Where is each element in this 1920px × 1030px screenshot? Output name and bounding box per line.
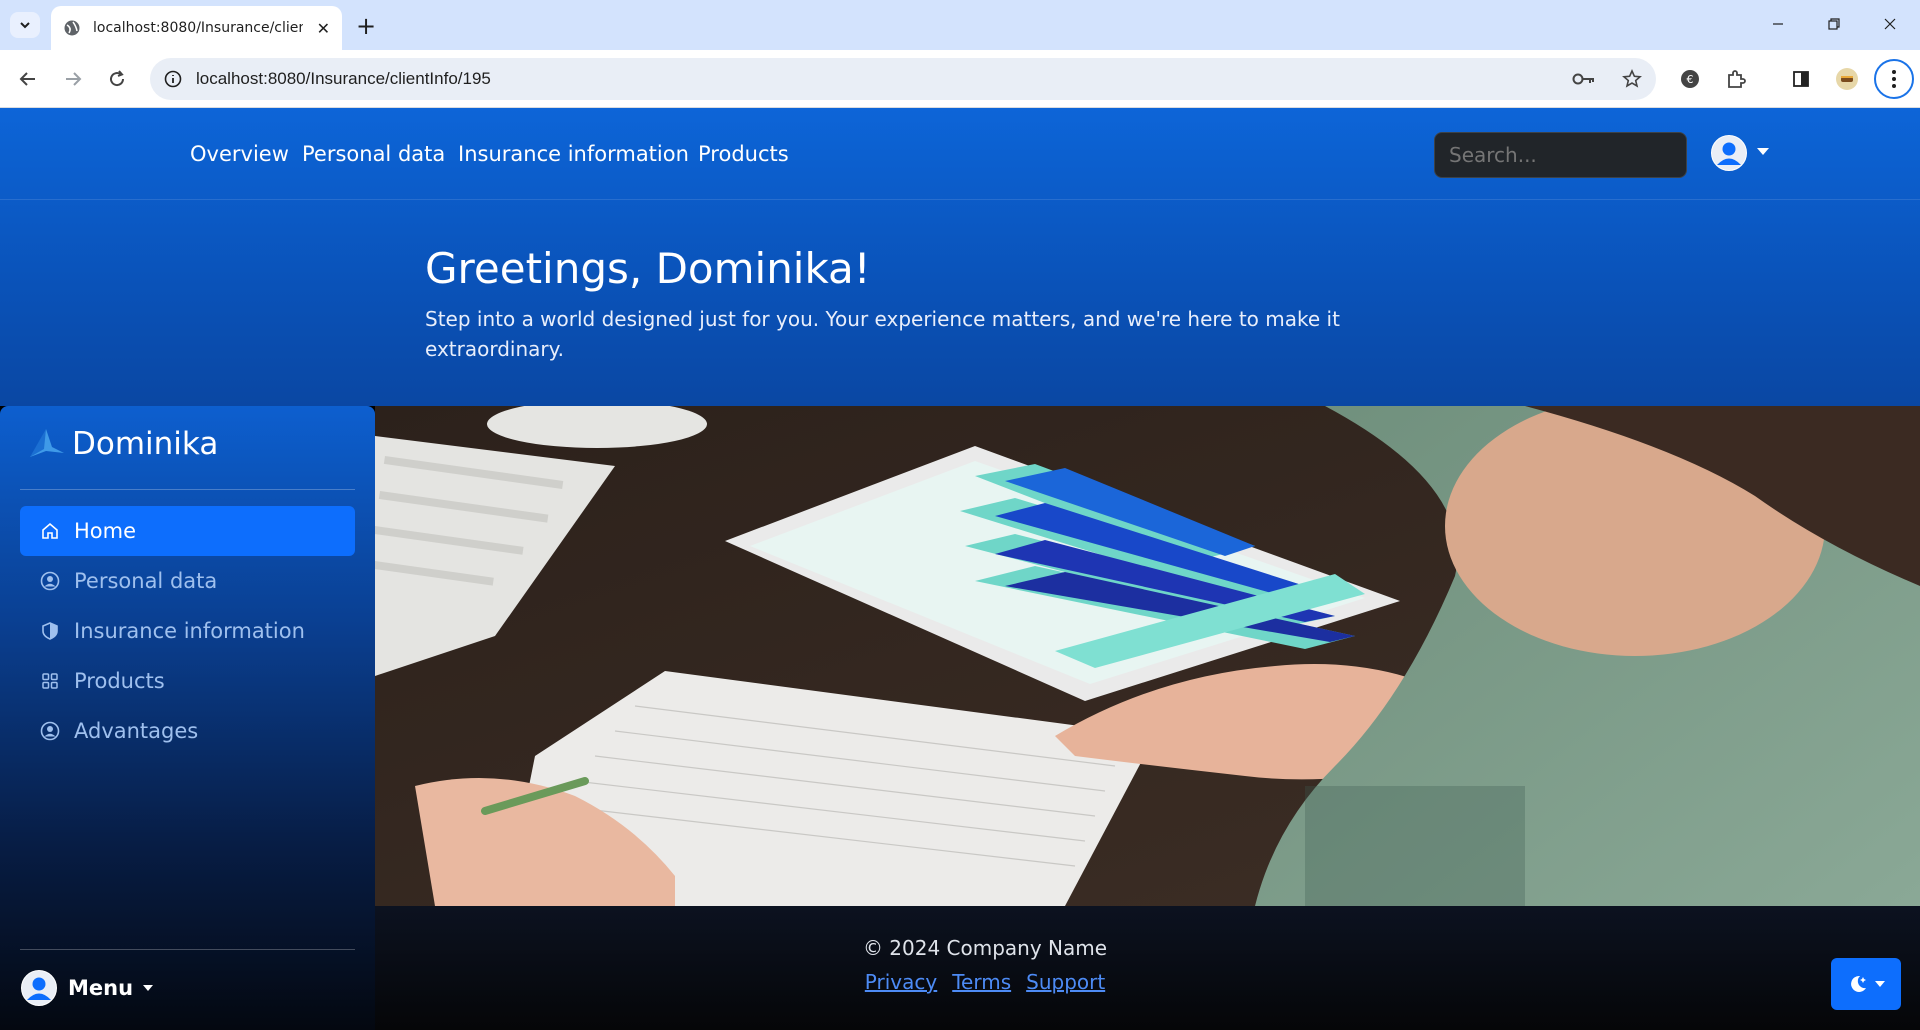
footer-link-support[interactable]: Support	[1026, 970, 1105, 994]
minimize-button[interactable]	[1758, 8, 1798, 40]
sidebar-brand[interactable]: Dominika	[24, 426, 218, 462]
sidebar-menu-dropdown[interactable]: Menu	[20, 969, 154, 1007]
user-dropdown-caret-icon[interactable]	[1757, 148, 1769, 155]
greeting-title: Greetings, Dominika!	[425, 244, 871, 293]
sidebar-item-label: Personal data	[74, 569, 218, 593]
sidebar: Dominika Home Personal data Insurance in…	[0, 406, 375, 1030]
user-avatar-icon	[21, 970, 57, 1006]
grid-icon	[42, 673, 58, 689]
sidebar-divider	[20, 489, 355, 490]
reload-icon	[110, 70, 125, 87]
address-bar[interactable]: localhost:8080/Insurance/clientInfo/195	[150, 58, 1656, 100]
user-circle-icon	[40, 571, 60, 591]
chevron-down-icon	[143, 985, 154, 991]
url-text: localhost:8080/Insurance/clientInfo/195	[196, 69, 491, 88]
copyright-text: © 2024 Company Name	[862, 936, 1108, 960]
brand-logo-icon	[30, 429, 64, 457]
nav-insurance-information[interactable]: Insurance information	[458, 142, 689, 166]
sidebar-divider	[20, 949, 355, 950]
chevron-down-icon	[1875, 981, 1885, 987]
theme-toggle-button[interactable]	[1831, 958, 1901, 1010]
back-button[interactable]	[12, 63, 44, 95]
chrome-menu-button[interactable]	[1874, 59, 1914, 99]
globe-icon	[64, 20, 80, 36]
restore-button[interactable]	[1814, 8, 1854, 40]
svg-text:€: €	[1687, 73, 1694, 86]
footer-link-terms[interactable]: Terms	[952, 970, 1011, 994]
side-panel-button[interactable]	[1785, 63, 1817, 95]
restore-icon	[1828, 18, 1840, 30]
profile-avatar-icon	[1836, 68, 1858, 90]
forward-button[interactable]	[57, 63, 89, 95]
footer-link-privacy[interactable]: Privacy	[865, 970, 937, 994]
sidebar-item-insurance-information[interactable]: Insurance information	[20, 606, 355, 656]
footer: © 2024 Company Name Privacy Terms Suppor…	[375, 906, 1920, 1030]
chevron-down-icon	[20, 22, 30, 29]
minimize-icon	[1773, 23, 1783, 25]
sidebar-item-label: Products	[74, 669, 165, 693]
side-panel-icon	[1793, 71, 1809, 87]
nav-products[interactable]: Products	[698, 142, 789, 166]
info-icon[interactable]	[164, 70, 182, 88]
shield-icon	[42, 622, 58, 640]
close-window-button[interactable]	[1870, 8, 1910, 40]
user-circle-icon	[40, 721, 60, 741]
top-navbar: Overview Personal data Insurance informa…	[0, 108, 1920, 200]
brand-name: Dominika	[72, 426, 219, 462]
arrow-left-icon	[19, 72, 35, 86]
search-input[interactable]	[1434, 132, 1687, 178]
hero-photo	[375, 406, 1920, 906]
extensions-button[interactable]	[1720, 63, 1752, 95]
app-root: Overview Personal data Insurance informa…	[0, 108, 1920, 1030]
arrow-right-icon	[66, 72, 82, 86]
extension-badge-icon: €	[1681, 70, 1699, 88]
browser-tabstrip: localhost:8080/Insurance/clientInfo/195 …	[0, 0, 1920, 50]
close-icon[interactable]: ✕	[317, 19, 330, 38]
more-vert-icon	[1892, 70, 1896, 88]
star-icon[interactable]	[1622, 69, 1642, 89]
sidebar-item-advantages[interactable]: Advantages	[20, 706, 355, 756]
home-icon	[42, 522, 58, 539]
new-tab-button[interactable]: +	[352, 12, 380, 40]
sidebar-item-personal-data[interactable]: Personal data	[20, 556, 355, 606]
sidebar-item-label: Home	[74, 519, 137, 543]
sidebar-item-products[interactable]: Products	[20, 656, 355, 706]
sidebar-item-label: Insurance information	[74, 619, 305, 643]
key-icon[interactable]	[1572, 72, 1596, 86]
extension-button[interactable]: €	[1674, 63, 1706, 95]
sidebar-item-home[interactable]: Home	[20, 506, 355, 556]
moon-stars-icon	[1851, 975, 1866, 992]
tab-title: localhost:8080/Insurance/clientInfo/195	[93, 20, 303, 36]
puzzle-icon	[1728, 70, 1746, 88]
nav-personal-data[interactable]: Personal data	[302, 142, 445, 166]
profile-button[interactable]	[1831, 63, 1863, 95]
sidebar-item-label: Advantages	[74, 719, 199, 743]
footer-links: Privacy Terms Support	[375, 970, 1595, 994]
close-icon	[1884, 18, 1896, 30]
reload-button[interactable]	[101, 63, 133, 95]
greeting-text: Step into a world designed just for you.…	[425, 307, 1340, 361]
browser-toolbar: localhost:8080/Insurance/clientInfo/195 …	[0, 50, 1920, 108]
browser-tab[interactable]: localhost:8080/Insurance/clientInfo/195 …	[51, 6, 342, 50]
tab-search-button[interactable]	[10, 12, 40, 38]
user-avatar-icon[interactable]	[1710, 134, 1748, 172]
menu-label: Menu	[68, 976, 134, 1000]
nav-overview[interactable]: Overview	[190, 142, 289, 166]
hero-section: Overview Personal data Insurance informa…	[0, 108, 1920, 406]
